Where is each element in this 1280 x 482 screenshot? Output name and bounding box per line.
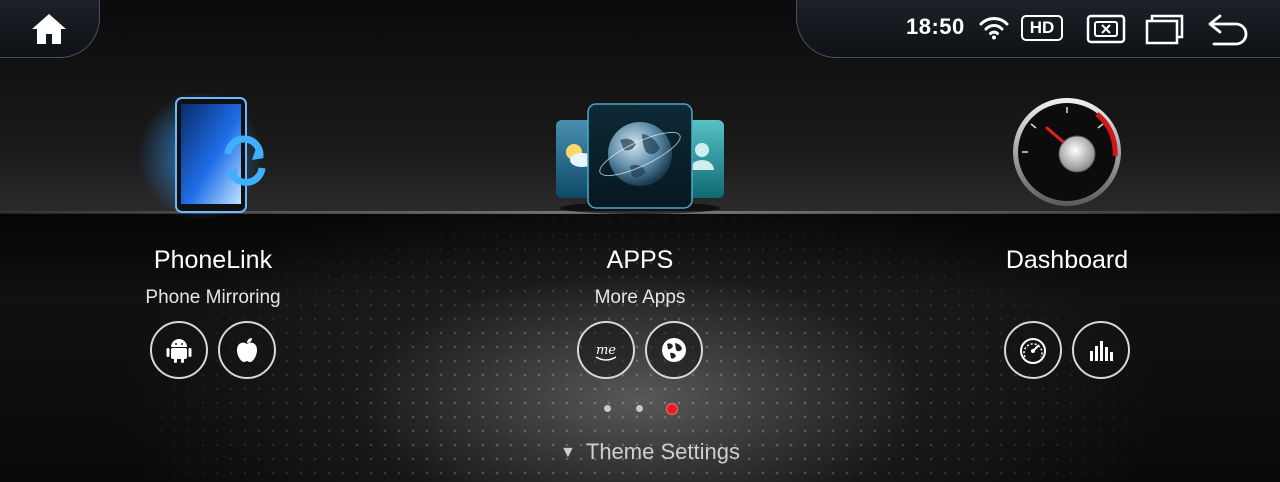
hd-badge: HD xyxy=(1021,15,1063,41)
theme-settings-label: Theme Settings xyxy=(585,439,740,464)
clock: 18:50 xyxy=(906,14,965,39)
speedometer-graphic[interactable] xyxy=(1011,94,1123,216)
equalizer-icon xyxy=(1090,341,1113,361)
app-cards-graphic[interactable] xyxy=(550,100,730,220)
theme-settings-button[interactable]: ▼ Theme Settings xyxy=(540,439,760,467)
tile-title: Dashboard xyxy=(1005,246,1129,274)
wifi-icon xyxy=(979,17,1009,40)
android-icon xyxy=(166,339,192,363)
pager-dot-3-active[interactable] xyxy=(666,403,678,415)
tile-subtitle: Phone Mirroring xyxy=(145,287,281,308)
me-icon: me xyxy=(595,343,617,361)
tile-apps[interactable]: APPS More Apps me xyxy=(490,80,790,390)
recents-icon[interactable] xyxy=(1144,13,1184,45)
android-button[interactable] xyxy=(150,321,208,379)
tile-title: APPS xyxy=(606,246,674,274)
gauge-icon xyxy=(1020,338,1046,364)
home-icon[interactable] xyxy=(30,12,68,46)
me-button[interactable]: me xyxy=(577,321,635,379)
close-app-icon[interactable] xyxy=(1086,14,1126,44)
equalizer-button[interactable] xyxy=(1072,321,1130,379)
tile-title: PhoneLink xyxy=(153,246,273,274)
tile-subtitle: More Apps xyxy=(594,287,686,308)
home-screen: 18:50 HD PhoneLink Phone Mirroring APPS … xyxy=(0,0,1280,482)
globe-icon xyxy=(662,338,686,362)
apple-button[interactable] xyxy=(218,321,276,379)
globe-button[interactable] xyxy=(645,321,703,379)
triangle-down-icon: ▼ xyxy=(560,444,576,461)
home-tab[interactable] xyxy=(0,0,100,58)
pager-dot-1[interactable] xyxy=(604,405,611,412)
apple-icon xyxy=(237,338,257,362)
tile-dashboard[interactable]: Dashboard xyxy=(917,80,1217,390)
gauge-button[interactable] xyxy=(1004,321,1062,379)
phone-sync-graphic[interactable] xyxy=(138,94,288,219)
svg-text:me: me xyxy=(596,343,616,358)
tile-phonelink[interactable]: PhoneLink Phone Mirroring xyxy=(63,80,363,390)
pager-dot-2[interactable] xyxy=(636,405,643,412)
back-icon[interactable] xyxy=(1206,12,1250,46)
